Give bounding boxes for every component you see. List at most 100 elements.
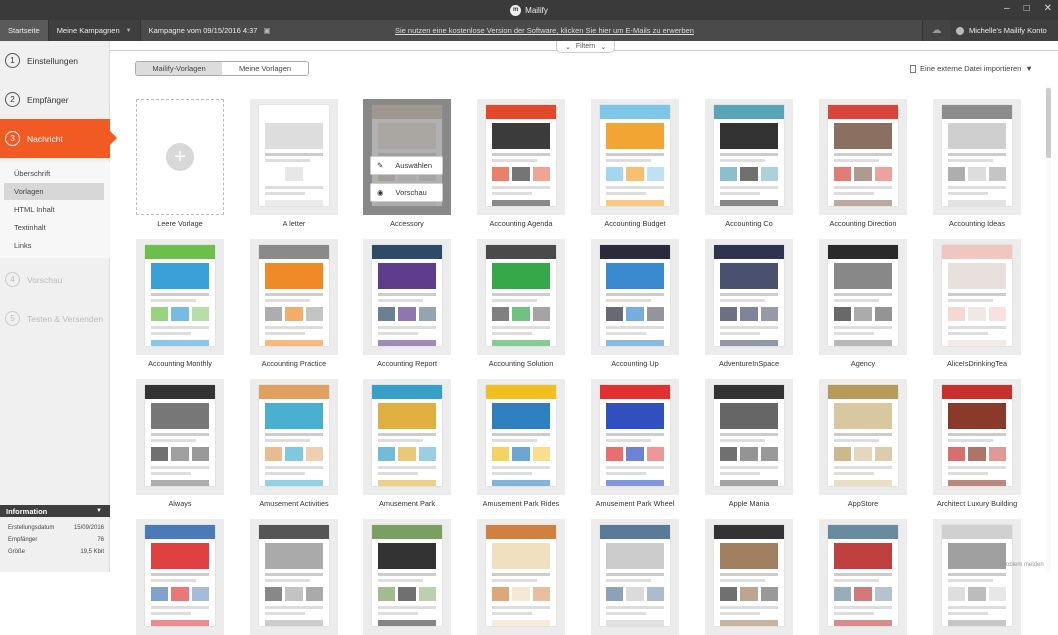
template-thumbnail[interactable]	[933, 519, 1021, 635]
template-thumbnail[interactable]	[591, 239, 679, 355]
template-thumbnail[interactable]	[250, 239, 338, 355]
breadcrumb-home[interactable]: Startseite	[0, 20, 49, 41]
template-card[interactable]: Accounting Practice	[250, 239, 338, 368]
template-thumbnail[interactable]	[819, 519, 907, 635]
template-card[interactable]: Accounting Direction	[819, 99, 907, 228]
template-name: Amusement Park	[379, 499, 435, 508]
template-card[interactable]: ✎ Auswählen ◉ Vorschau Accessory	[363, 99, 451, 228]
template-thumbnail[interactable]	[705, 239, 793, 355]
template-thumbnail[interactable]	[819, 99, 907, 215]
template-thumbnail[interactable]	[477, 379, 565, 495]
preview-template-button[interactable]: ◉ Vorschau	[370, 183, 443, 202]
template-thumbnail[interactable]	[136, 379, 224, 495]
template-card[interactable]	[250, 519, 338, 635]
template-card[interactable]: Accounting Agenda	[477, 99, 565, 228]
template-card[interactable]	[477, 519, 565, 635]
template-thumbnail[interactable]	[477, 99, 565, 215]
template-thumbnail[interactable]	[250, 519, 338, 635]
import-file-button[interactable]: Eine externe Datei importieren ▼	[910, 64, 1033, 73]
maximize-icon[interactable]: □	[1024, 3, 1030, 14]
template-thumbnail[interactable]	[136, 239, 224, 355]
save-icon[interactable]: ▣	[263, 26, 270, 35]
template-card[interactable]: Always	[136, 379, 224, 508]
step-message[interactable]: 3 Nachricht	[0, 119, 117, 158]
template-thumbnail[interactable]	[136, 519, 224, 635]
upgrade-link[interactable]: Sie nutzen eine kostenlose Version der S…	[395, 26, 694, 35]
template-thumbnail[interactable]	[363, 239, 451, 355]
substep-header[interactable]: Überschrift	[4, 165, 104, 182]
scrollbar-thumb[interactable]	[1046, 88, 1051, 158]
scrollbar[interactable]	[1046, 86, 1051, 572]
account-menu[interactable]: Michelle's Mailify Konto	[950, 20, 1058, 41]
cloud-icon[interactable]: ☁	[922, 20, 950, 41]
template-card[interactable]	[933, 519, 1021, 635]
template-thumbnail[interactable]	[705, 99, 793, 215]
template-thumbnail[interactable]	[933, 239, 1021, 355]
step-settings[interactable]: 1 Einstellungen	[0, 41, 110, 80]
info-value: 76	[97, 537, 104, 543]
substep-text[interactable]: Textinhalt	[4, 219, 104, 236]
template-card[interactable]: A letter	[250, 99, 338, 228]
template-card[interactable]: Accounting Budget	[591, 99, 679, 228]
template-card[interactable]: + Leere Vorlage	[136, 99, 224, 228]
template-name: Accounting Practice	[261, 359, 327, 368]
template-thumbnail[interactable]	[591, 519, 679, 635]
template-card[interactable]: Accounting Monthly	[136, 239, 224, 368]
template-preview-image	[714, 245, 784, 346]
preview-label: Vorschau	[395, 188, 427, 197]
template-card[interactable]: Accounting Ideas	[933, 99, 1021, 228]
substep-html[interactable]: HTML Inhalt	[4, 201, 104, 218]
info-row: Erstellungsdatum 15/09/2016	[8, 525, 104, 531]
tab-mailify-templates[interactable]: Mailify-Vorlagen	[136, 62, 222, 75]
info-panel-header[interactable]: Information ▼	[0, 505, 110, 517]
breadcrumb-campaigns[interactable]: Meine Kampagnen ▼	[48, 20, 141, 41]
template-thumbnail[interactable]	[363, 379, 451, 495]
template-thumbnail[interactable]	[933, 99, 1021, 215]
plus-icon[interactable]: +	[166, 143, 194, 171]
template-card[interactable]	[705, 519, 793, 635]
close-icon[interactable]: ✕	[1044, 3, 1052, 14]
template-card[interactable]	[363, 519, 451, 635]
minimize-icon[interactable]: –	[1004, 3, 1010, 14]
step-number: 4	[5, 272, 20, 287]
template-preview-image	[942, 105, 1012, 206]
template-card[interactable]: Architect Luxury Building	[933, 379, 1021, 508]
report-problem-link[interactable]: Problem melden	[1000, 562, 1044, 568]
template-card[interactable]	[819, 519, 907, 635]
template-card[interactable]: AliceIsDrinkingTea	[933, 239, 1021, 368]
template-card[interactable]: Amusement Activities	[250, 379, 338, 508]
template-card[interactable]	[136, 519, 224, 635]
template-preview-image	[600, 105, 670, 206]
template-card[interactable]: Accounting Up	[591, 239, 679, 368]
substep-links[interactable]: Links	[4, 237, 104, 254]
select-template-button[interactable]: ✎ Auswählen	[370, 156, 443, 175]
template-card[interactable]: AppStore	[819, 379, 907, 508]
template-card[interactable]: Accounting Report	[363, 239, 451, 368]
template-thumbnail[interactable]	[819, 379, 907, 495]
template-card[interactable]: Accounting Solution	[477, 239, 565, 368]
template-thumbnail[interactable]	[363, 519, 451, 635]
template-card[interactable]: Amusement Park	[363, 379, 451, 508]
template-thumbnail[interactable]	[933, 379, 1021, 495]
template-card[interactable]: Apple Mania	[705, 379, 793, 508]
template-card[interactable]	[591, 519, 679, 635]
template-card[interactable]: Accounting Co	[705, 99, 793, 228]
template-thumbnail[interactable]	[250, 99, 338, 215]
template-thumbnail[interactable]	[591, 99, 679, 215]
template-thumbnail[interactable]	[477, 239, 565, 355]
template-thumbnail[interactable]	[591, 379, 679, 495]
template-thumbnail[interactable]	[250, 379, 338, 495]
substep-templates[interactable]: Vorlagen	[4, 183, 104, 200]
template-card[interactable]: Amusement Park Rides	[477, 379, 565, 508]
tab-my-templates[interactable]: Meine Vorlagen	[222, 62, 308, 75]
template-card[interactable]: Amusement Park Wheel	[591, 379, 679, 508]
template-thumbnail[interactable]	[477, 519, 565, 635]
template-thumbnail[interactable]: +	[136, 99, 224, 215]
filter-button[interactable]: ⌄ Filtern ⌄	[556, 41, 616, 53]
template-card[interactable]: Agency	[819, 239, 907, 368]
template-thumbnail[interactable]	[705, 379, 793, 495]
template-thumbnail[interactable]	[819, 239, 907, 355]
template-thumbnail[interactable]	[705, 519, 793, 635]
template-card[interactable]: AdventureInSpace	[705, 239, 793, 368]
step-recipients[interactable]: 2 Empfänger	[0, 80, 110, 119]
